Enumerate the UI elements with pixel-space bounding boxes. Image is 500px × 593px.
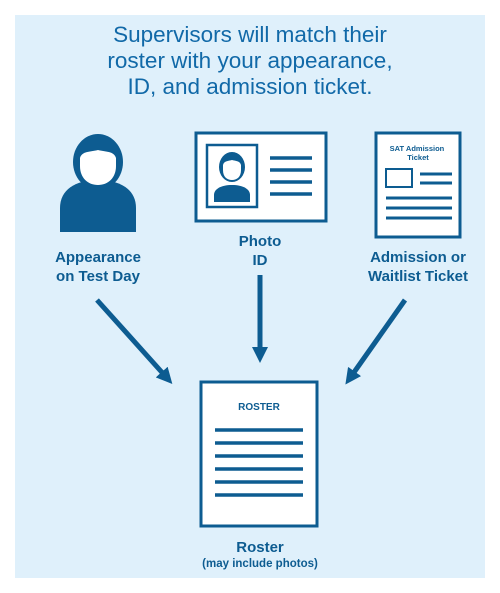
arrow-ticket-to-roster: [345, 298, 408, 385]
appearance-label: Appearance on Test Day: [55, 249, 141, 285]
photo-id-label: Photo ID: [238, 233, 282, 269]
roster-card-title: ROSTER: [238, 402, 280, 413]
arrow-appearance-to-roster: [95, 298, 173, 384]
roster-label: Roster: [236, 539, 284, 556]
admission-ticket-icon: SAT Admission Ticket: [374, 131, 462, 239]
photo-id-card-icon: [194, 131, 328, 223]
person-silhouette-icon: [60, 134, 136, 232]
diagram-canvas: SAT Admission Ticket ROSTER: [60, 131, 462, 528]
roster-sublabel: (may include photos): [202, 558, 318, 570]
ticket-label: Admission or Waitlist Ticket: [367, 249, 469, 285]
arrows: [95, 275, 408, 385]
roster-document-icon: ROSTER: [199, 380, 319, 528]
